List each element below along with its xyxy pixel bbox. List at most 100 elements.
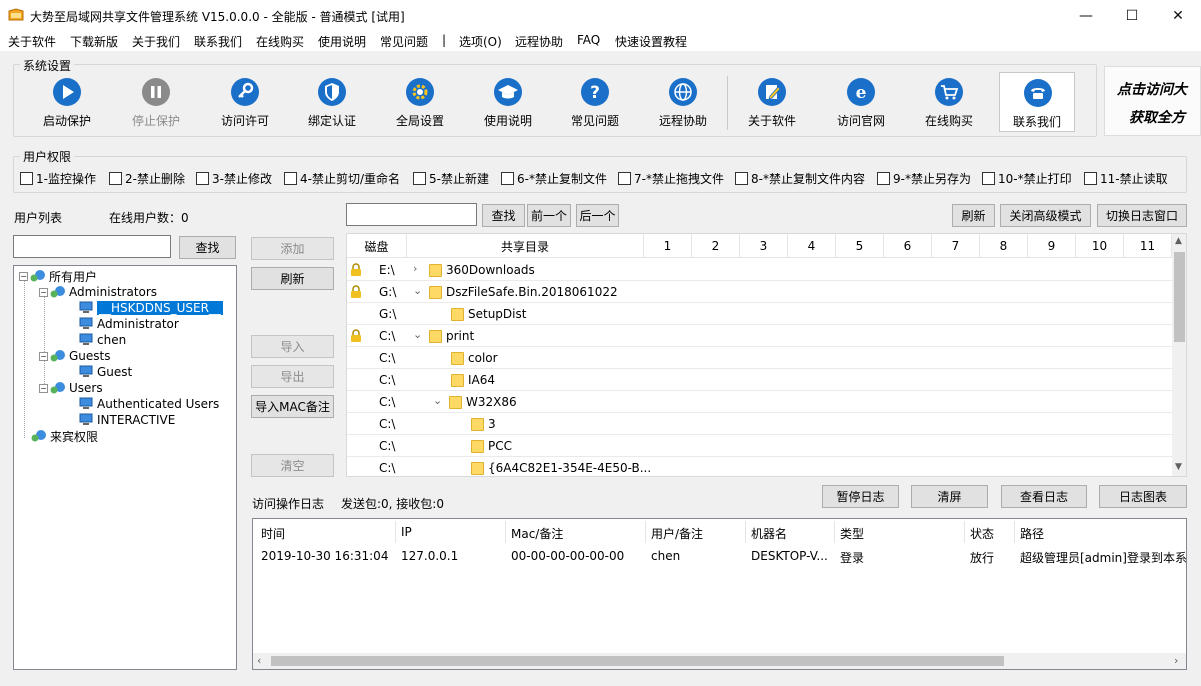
perm-no-copy-file-checkbox[interactable]: 6-*禁止复制文件 bbox=[501, 170, 607, 187]
menu-download[interactable]: 下载新版 bbox=[70, 33, 118, 50]
perm-no-copy-content-checkbox[interactable]: 8-*禁止复制文件内容 bbox=[735, 170, 865, 187]
tree-node-administrators[interactable]: − Administrators bbox=[39, 284, 157, 300]
pause-log-button[interactable]: 暂停日志 bbox=[822, 485, 899, 508]
user-tree[interactable]: − 所有用户 − Administrators __HSKDDNS_USER__… bbox=[13, 265, 237, 670]
contact-us-button[interactable]: 联系我们 bbox=[999, 72, 1075, 132]
menu-quick-setup[interactable]: 快速设置教程 bbox=[615, 33, 687, 50]
grid-row[interactable]: C:\ IA64 bbox=[347, 369, 1172, 391]
tree-node-all-users[interactable]: − 所有用户 bbox=[19, 268, 97, 284]
scroll-up-icon[interactable]: ▲ bbox=[1175, 236, 1182, 246]
refresh-shares-button[interactable]: 刷新 bbox=[952, 204, 995, 227]
toggle-log-window-button[interactable]: 切换日志窗口 bbox=[1097, 204, 1187, 227]
grid-row[interactable]: G:\ SetupDist bbox=[347, 303, 1172, 325]
grid-header-col[interactable]: 10 bbox=[1076, 234, 1124, 258]
user-search-button[interactable]: 查找 bbox=[179, 236, 236, 259]
scrollbar-thumb[interactable] bbox=[271, 656, 1004, 666]
collapse-icon[interactable]: − bbox=[39, 383, 48, 393]
checkbox-box[interactable] bbox=[982, 172, 995, 185]
grid-header-col[interactable]: 11 bbox=[1124, 234, 1172, 258]
grid-header-drive[interactable]: 磁盘 bbox=[347, 234, 407, 258]
checkbox-box[interactable] bbox=[877, 172, 890, 185]
view-log-button[interactable]: 查看日志 bbox=[1001, 485, 1087, 508]
share-search-button[interactable]: 查找 bbox=[482, 204, 525, 227]
about-software-button[interactable]: 关于软件 bbox=[729, 72, 815, 132]
menu-manual[interactable]: 使用说明 bbox=[318, 33, 366, 50]
log-header-status[interactable]: 状态 bbox=[970, 525, 994, 542]
tree-node-interactive[interactable]: INTERACTIVE bbox=[78, 412, 175, 428]
menu-faq[interactable]: FAQ bbox=[577, 33, 600, 47]
official-site-button[interactable]: e 访问官网 bbox=[818, 72, 904, 132]
menu-buy-online[interactable]: 在线购买 bbox=[256, 33, 304, 50]
global-settings-button[interactable]: 全局设置 bbox=[377, 72, 463, 132]
menu-options[interactable]: 选项(O) bbox=[459, 33, 502, 50]
menu-remote[interactable]: 远程协助 bbox=[515, 33, 563, 50]
menu-faq-cn[interactable]: 常见问题 bbox=[380, 33, 428, 50]
remote-assist-button[interactable]: 远程协助 bbox=[640, 72, 726, 132]
grid-vertical-scrollbar[interactable]: ▲ ▼ bbox=[1172, 234, 1186, 476]
promo-banner[interactable]: 点击访问大 获取全方 bbox=[1104, 66, 1201, 136]
collapse-icon[interactable]: − bbox=[39, 287, 48, 297]
grid-row[interactable]: C:\ PCC bbox=[347, 435, 1172, 457]
checkbox-box[interactable] bbox=[1084, 172, 1097, 185]
menu-about-software[interactable]: 关于软件 bbox=[8, 33, 56, 50]
grid-header-col[interactable]: 2 bbox=[692, 234, 740, 258]
grid-header-col[interactable]: 5 bbox=[836, 234, 884, 258]
chevron-down-icon[interactable]: ⌄ bbox=[413, 328, 422, 341]
chevron-down-icon[interactable]: ⌄ bbox=[413, 284, 422, 297]
checkbox-box[interactable] bbox=[501, 172, 514, 185]
import-button[interactable]: 导入 bbox=[251, 335, 334, 358]
checkbox-box[interactable] bbox=[109, 172, 122, 185]
minimize-button[interactable]: — bbox=[1063, 0, 1109, 31]
next-button[interactable]: 后一个 bbox=[576, 204, 619, 227]
log-header-path[interactable]: 路径 bbox=[1020, 525, 1044, 542]
perm-no-delete-checkbox[interactable]: 2-禁止删除 bbox=[109, 170, 185, 187]
grid-header-col[interactable]: 3 bbox=[740, 234, 788, 258]
perm-no-save-as-checkbox[interactable]: 9-*禁止另存为 bbox=[877, 170, 971, 187]
grid-row[interactable]: C:\ color bbox=[347, 347, 1172, 369]
scrollbar-thumb[interactable] bbox=[1174, 252, 1185, 342]
close-advanced-button[interactable]: 关闭高级模式 bbox=[1000, 204, 1091, 227]
access-permit-button[interactable]: 访问许可 bbox=[202, 72, 288, 132]
log-header-user[interactable]: 用户/备注 bbox=[651, 525, 703, 542]
perm-no-read-checkbox[interactable]: 11-禁止读取 bbox=[1084, 170, 1168, 187]
grid-row[interactable]: C:\ {6A4C82E1-354E-4E50-B... bbox=[347, 457, 1172, 476]
faq-button[interactable]: ? 常见问题 bbox=[552, 72, 638, 132]
tree-node-guest[interactable]: Guest bbox=[78, 364, 132, 380]
grid-header-col[interactable]: 7 bbox=[932, 234, 980, 258]
tree-node-hsk-user[interactable]: __HSKDDNS_USER__ bbox=[78, 300, 223, 316]
grid-row[interactable]: C:\ 3 bbox=[347, 413, 1172, 435]
stop-protect-button[interactable]: 停止保护 bbox=[113, 72, 199, 132]
grid-header-col[interactable]: 9 bbox=[1028, 234, 1076, 258]
grid-header-col[interactable]: 8 bbox=[980, 234, 1028, 258]
tree-node-chen[interactable]: chen bbox=[78, 332, 126, 348]
scroll-right-icon[interactable]: › bbox=[1174, 654, 1178, 667]
log-horizontal-scrollbar[interactable]: ‹ › bbox=[253, 653, 1186, 669]
grid-row[interactable]: G:\ ⌄ DszFileSafe.Bin.2018061022 bbox=[347, 281, 1172, 303]
share-grid[interactable]: 磁盘 共享目录 1 2 3 4 5 6 7 8 9 10 11 E:\ › 36… bbox=[346, 233, 1187, 477]
grid-row[interactable]: C:\ ⌄ W32X86 bbox=[347, 391, 1172, 413]
chevron-right-icon[interactable]: › bbox=[413, 262, 417, 275]
maximize-button[interactable]: ☐ bbox=[1109, 0, 1155, 31]
perm-no-drag-checkbox[interactable]: 7-*禁止拖拽文件 bbox=[618, 170, 724, 187]
collapse-icon[interactable]: − bbox=[39, 351, 48, 361]
log-header-mac[interactable]: Mac/备注 bbox=[511, 525, 563, 542]
prev-button[interactable]: 前一个 bbox=[527, 204, 571, 227]
perm-no-print-checkbox[interactable]: 10-*禁止打印 bbox=[982, 170, 1072, 187]
grid-header-col[interactable]: 1 bbox=[644, 234, 692, 258]
scroll-down-icon[interactable]: ▼ bbox=[1175, 462, 1182, 472]
import-mac-button[interactable]: 导入MAC备注 bbox=[251, 395, 334, 418]
log-table[interactable]: 时间 IP Mac/备注 用户/备注 机器名 类型 状态 路径 2019-10-… bbox=[252, 518, 1187, 670]
checkbox-box[interactable] bbox=[413, 172, 426, 185]
tree-node-guest-permission[interactable]: 来宾权限 bbox=[31, 428, 98, 444]
perm-monitor-checkbox[interactable]: 1-监控操作 bbox=[20, 170, 96, 187]
buy-online-button[interactable]: 在线购买 bbox=[906, 72, 992, 132]
share-search-input[interactable] bbox=[346, 203, 477, 226]
perm-no-create-checkbox[interactable]: 5-禁止新建 bbox=[413, 170, 489, 187]
grid-row[interactable]: C:\ ⌄ print bbox=[347, 325, 1172, 347]
clear-screen-button[interactable]: 清屏 bbox=[911, 485, 988, 508]
tree-node-guests[interactable]: − Guests bbox=[39, 348, 111, 364]
menu-about-us[interactable]: 关于我们 bbox=[132, 33, 180, 50]
tree-node-users[interactable]: − Users bbox=[39, 380, 103, 396]
grid-header-col[interactable]: 4 bbox=[788, 234, 836, 258]
perm-no-modify-checkbox[interactable]: 3-禁止修改 bbox=[196, 170, 272, 187]
